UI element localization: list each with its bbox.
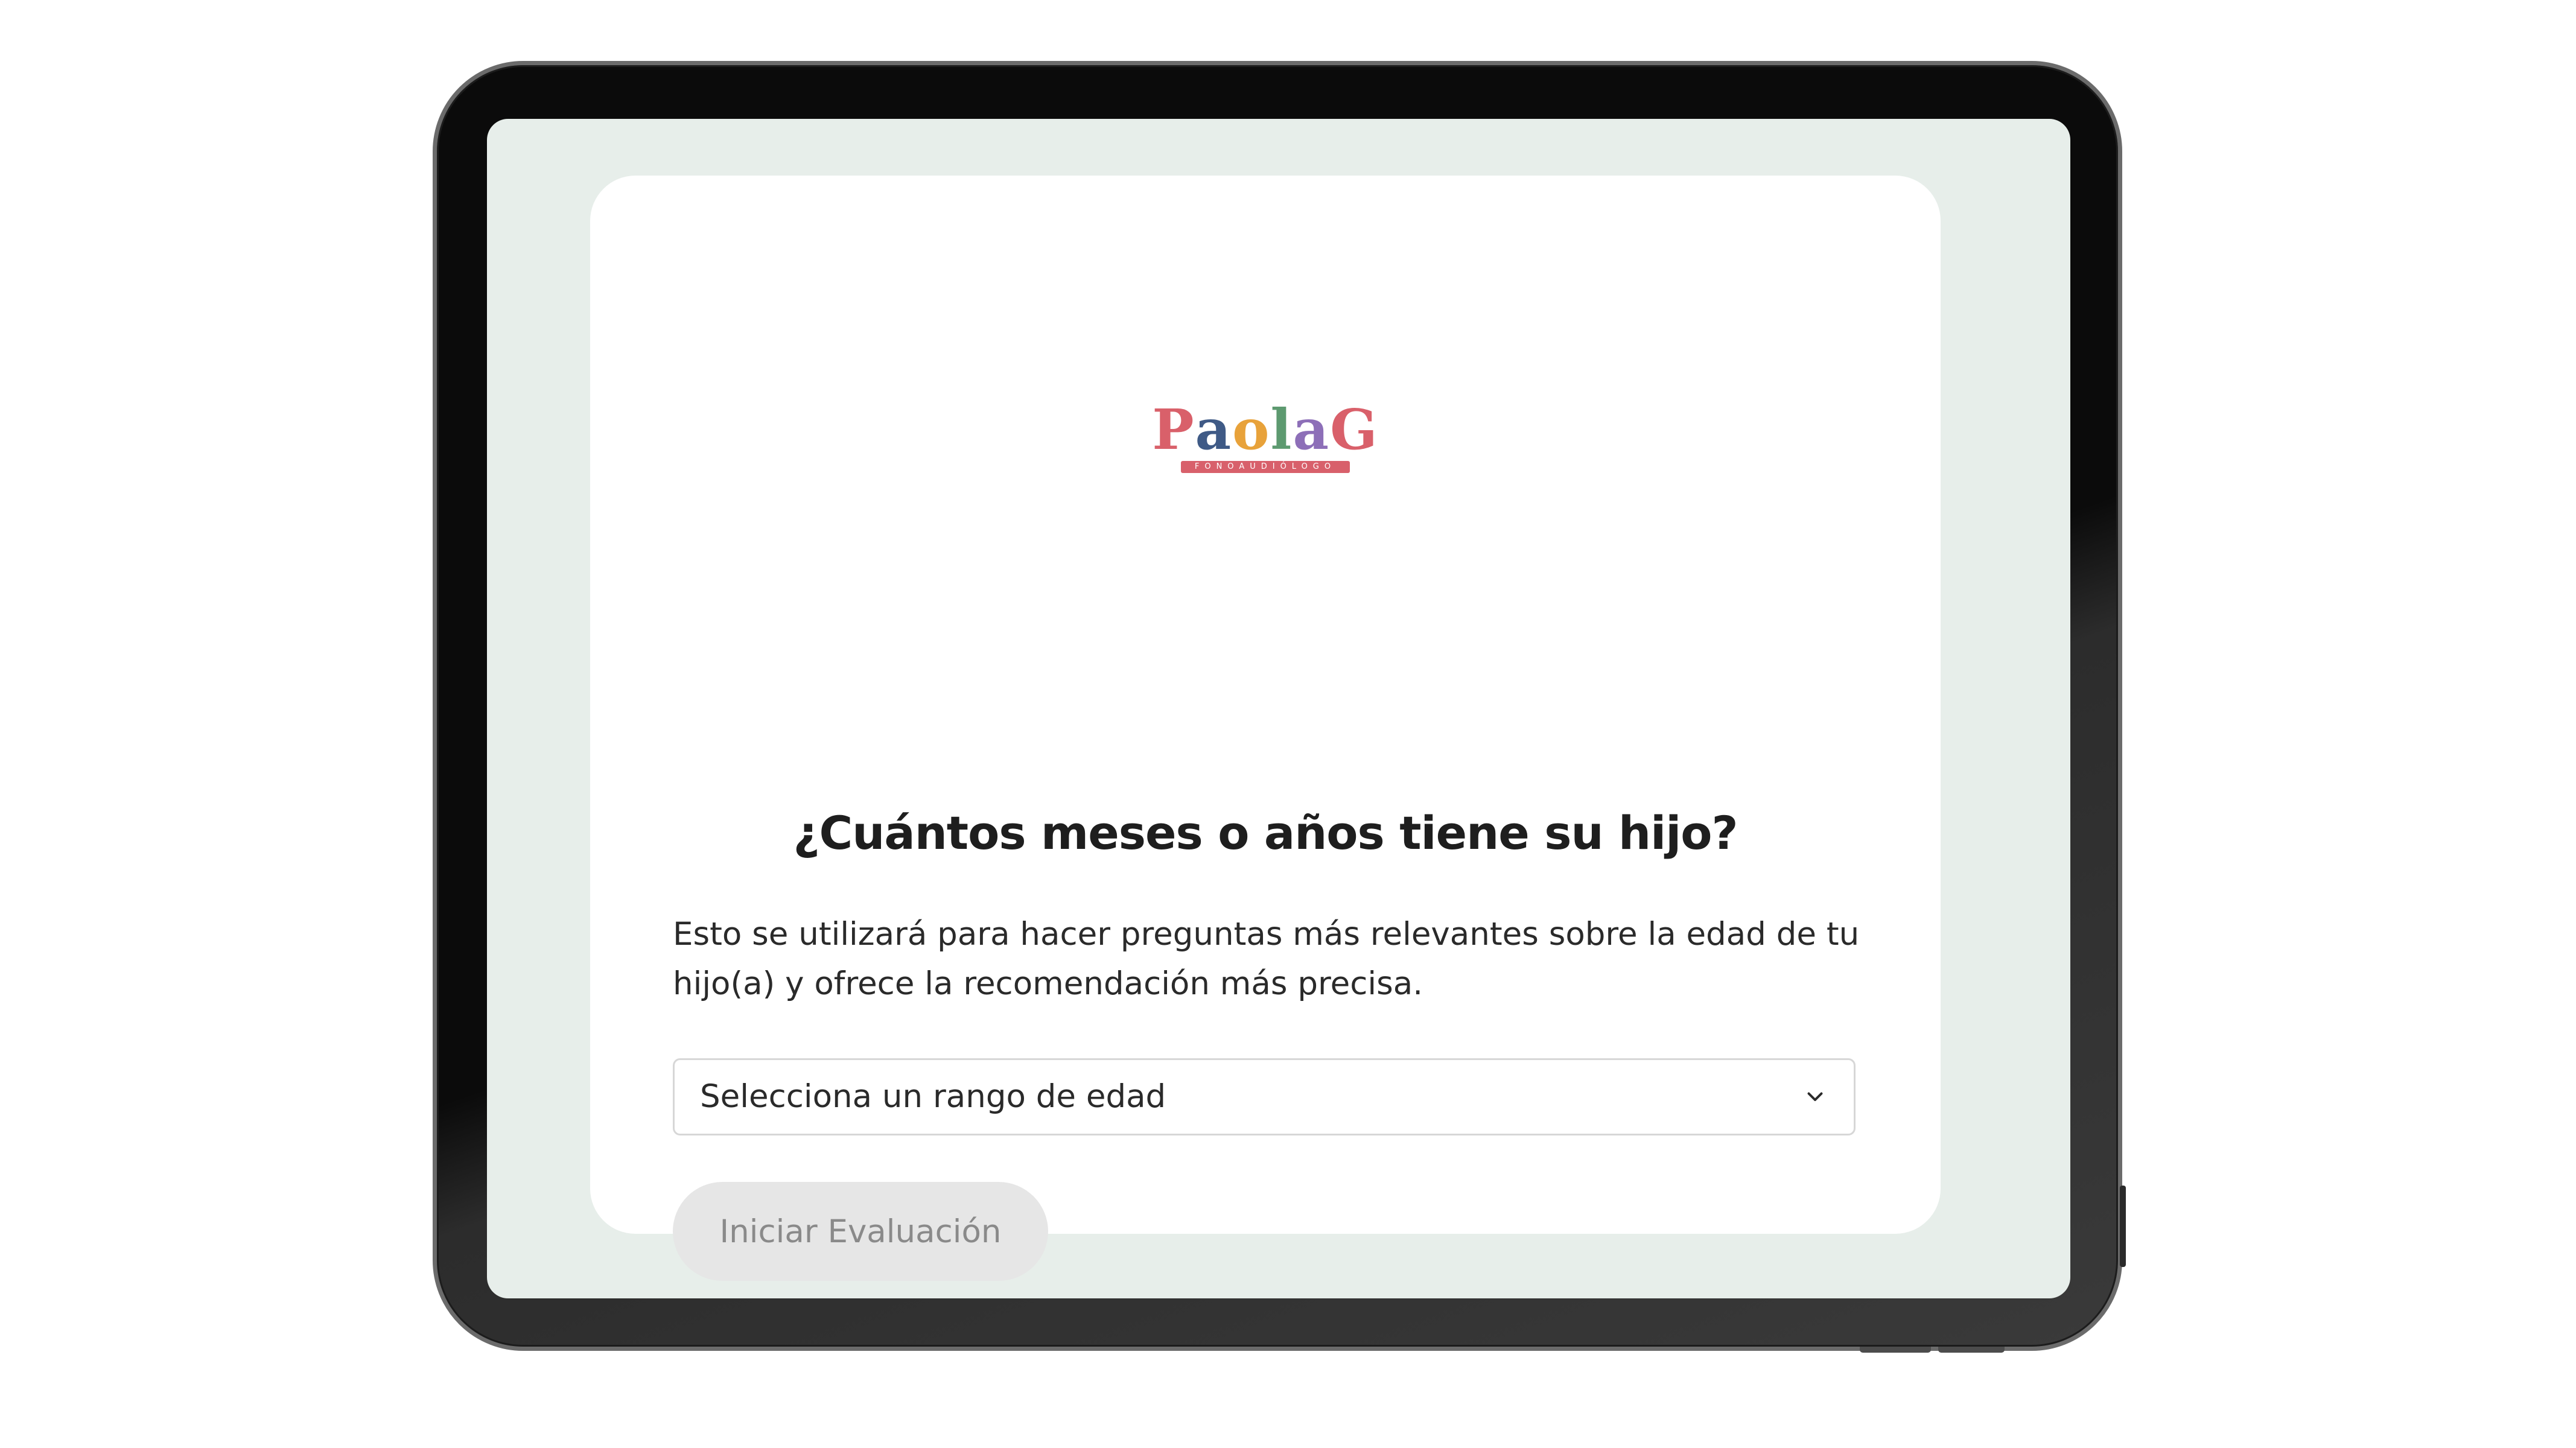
tablet-bottom-button-left (1860, 1347, 1931, 1353)
age-range-select[interactable]: Selecciona un rango de edad (673, 1058, 1856, 1135)
assessment-card: PaolaG FONOAUDIÓLOGO ¿Cuántos meses o añ… (590, 176, 1941, 1281)
tablet-screen: PaolaG FONOAUDIÓLOGO ¿Cuántos meses o añ… (487, 119, 2070, 1298)
tablet-side-button (2120, 1186, 2126, 1267)
brand-letter: l (1270, 397, 1293, 462)
question-title: ¿Cuántos meses o años tiene su hijo? (793, 806, 1738, 860)
age-range-select-value: Selecciona un rango de edad (700, 1078, 1166, 1115)
start-evaluation-button[interactable]: Iniciar Evaluación (673, 1182, 1048, 1281)
question-description: Esto se utilizará para hacer preguntas m… (673, 916, 1860, 1002)
brand-letter: a (1293, 397, 1331, 462)
brand-letter: a (1195, 397, 1233, 462)
brand-letter: P (1152, 397, 1195, 462)
tablet-bottom-button-right (1938, 1347, 2005, 1353)
brand-letter: o (1232, 397, 1271, 462)
chevron-down-icon (1807, 1092, 1823, 1101)
brand-subtitle: FONOAUDIÓLOGO (1181, 461, 1350, 473)
brand-name: PaolaG (1152, 402, 1378, 457)
brand-logo: PaolaG FONOAUDIÓLOGO (590, 402, 1941, 473)
brand-letter: G (1330, 397, 1379, 462)
